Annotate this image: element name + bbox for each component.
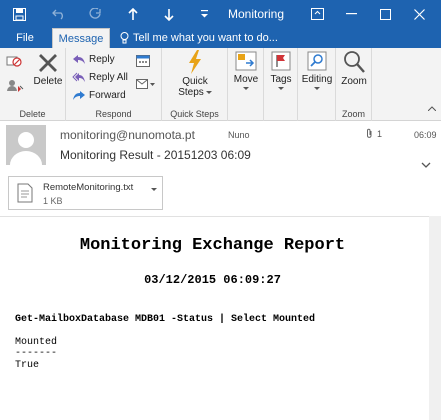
zoom-label: Zoom [341, 76, 367, 87]
chevron-down-icon [205, 90, 212, 94]
attachment-count-value: 1 [377, 128, 383, 139]
more-respond-icon[interactable] [136, 78, 156, 91]
zoom-group-label: Zoom [341, 109, 365, 119]
delete-label: Delete [33, 76, 63, 87]
zoom-button[interactable]: Zoom [338, 50, 370, 87]
delete-button[interactable]: Delete [32, 52, 64, 87]
tags-button[interactable]: Tags [266, 50, 296, 91]
flag-icon [271, 51, 291, 71]
attachment-size: 1 KB [43, 196, 63, 206]
customize-toolbar-icon[interactable] [196, 0, 212, 28]
previous-item-icon[interactable] [122, 0, 144, 28]
forward-label: Forward [89, 89, 126, 101]
forward-button[interactable]: Forward [72, 86, 126, 104]
forward-icon [73, 91, 85, 100]
attachment-count: 1 [366, 128, 382, 139]
tell-me-text: Tell me what you want to do... [133, 32, 278, 44]
quick-steps-group: Quick Steps Quick Steps [162, 48, 228, 121]
recipient[interactable]: Nuno [228, 130, 250, 140]
text-file-icon [17, 183, 33, 203]
attachment-name: RemoteMonitoring.txt [43, 182, 134, 193]
editing-button[interactable]: Editing [300, 50, 334, 91]
ribbon-display-options-icon[interactable] [306, 0, 328, 28]
window-title: Monitoring Result - 20151203 06:09 - Mes… [228, 7, 286, 21]
avatar [6, 125, 46, 165]
delete-x-icon [39, 54, 57, 72]
quick-steps-button[interactable]: Quick Steps [166, 50, 224, 98]
quick-steps-group-label: Quick Steps [170, 109, 219, 119]
chevron-down-icon [278, 87, 284, 90]
next-item-icon[interactable] [158, 0, 180, 28]
respond-group-label: Respond [95, 109, 132, 119]
save-icon[interactable] [8, 0, 30, 28]
editing-label: Editing [301, 74, 333, 85]
move-icon [235, 51, 257, 71]
header-divider [0, 216, 441, 217]
ribbon-tabs: File Message Tell me what you want to do… [0, 28, 441, 48]
meeting-icon[interactable] [136, 54, 150, 67]
title-bar: Monitoring Result - 20151203 06:09 - Mes… [0, 0, 441, 28]
tags-label: Tags [270, 74, 292, 85]
result-column-header: Mounted [15, 337, 58, 348]
reply-all-button[interactable]: Reply All [72, 68, 128, 86]
quick-steps-label-2: Steps [178, 87, 204, 98]
reply-button[interactable]: Reply [72, 50, 115, 68]
result-value: True [15, 360, 40, 371]
undo-icon[interactable] [48, 0, 70, 28]
reply-icon [73, 55, 85, 64]
minimize-icon[interactable] [340, 0, 362, 28]
redo-icon[interactable] [84, 0, 106, 28]
subject: Monitoring Result - 20151203 06:09 [60, 148, 251, 162]
ribbon: Delete Delete Reply Reply All Forward Re… [0, 48, 441, 121]
find-icon [307, 51, 327, 71]
close-icon[interactable] [408, 0, 430, 28]
paperclip-icon [367, 128, 372, 138]
move-button[interactable]: Move [230, 50, 262, 91]
move-label: Move [233, 74, 259, 85]
move-group: Move [228, 48, 264, 121]
received-time: 06:09 [414, 130, 437, 140]
reply-label: Reply [89, 53, 115, 65]
report-title: Monitoring Exchange Report [79, 236, 346, 255]
report-command: Get-MailboxDatabase MDB01 -Status | Sele… [15, 314, 316, 325]
report-datetime: 03/12/2015 06:09:27 [144, 273, 281, 287]
magnifier-icon [344, 51, 365, 73]
lightning-icon [189, 50, 201, 74]
result-separator: ------- [15, 348, 58, 359]
reply-all-label: Reply All [89, 71, 128, 83]
zoom-group: Zoom Zoom [336, 48, 372, 121]
tags-group: Tags [264, 48, 298, 121]
ignore-icon[interactable] [6, 54, 22, 68]
vertical-scrollbar[interactable] [429, 216, 441, 420]
tab-file[interactable]: File [8, 28, 42, 48]
tell-me-box[interactable]: Tell me what you want to do... [120, 28, 278, 48]
chevron-down-icon [243, 87, 249, 90]
editing-group: Editing [298, 48, 336, 121]
attachment-menu-icon[interactable] [151, 185, 157, 194]
expand-header-icon[interactable] [421, 155, 431, 173]
delete-group: Delete Delete [0, 48, 66, 121]
attachment-chip[interactable]: RemoteMonitoring.txt 1 KB [8, 176, 163, 210]
lightbulb-icon [120, 32, 129, 44]
delete-group-label: Delete [19, 109, 46, 119]
reply-all-icon [72, 72, 85, 82]
quick-steps-label-1: Quick [182, 76, 208, 87]
chevron-down-icon [314, 87, 320, 90]
collapse-ribbon-icon[interactable] [428, 106, 436, 111]
tab-message[interactable]: Message [52, 28, 110, 48]
maximize-icon[interactable] [374, 0, 396, 28]
respond-group: Reply Reply All Forward Respond [66, 48, 162, 121]
sender[interactable]: monitoring@nunomota.pt [60, 128, 195, 142]
junk-icon[interactable] [6, 78, 24, 92]
